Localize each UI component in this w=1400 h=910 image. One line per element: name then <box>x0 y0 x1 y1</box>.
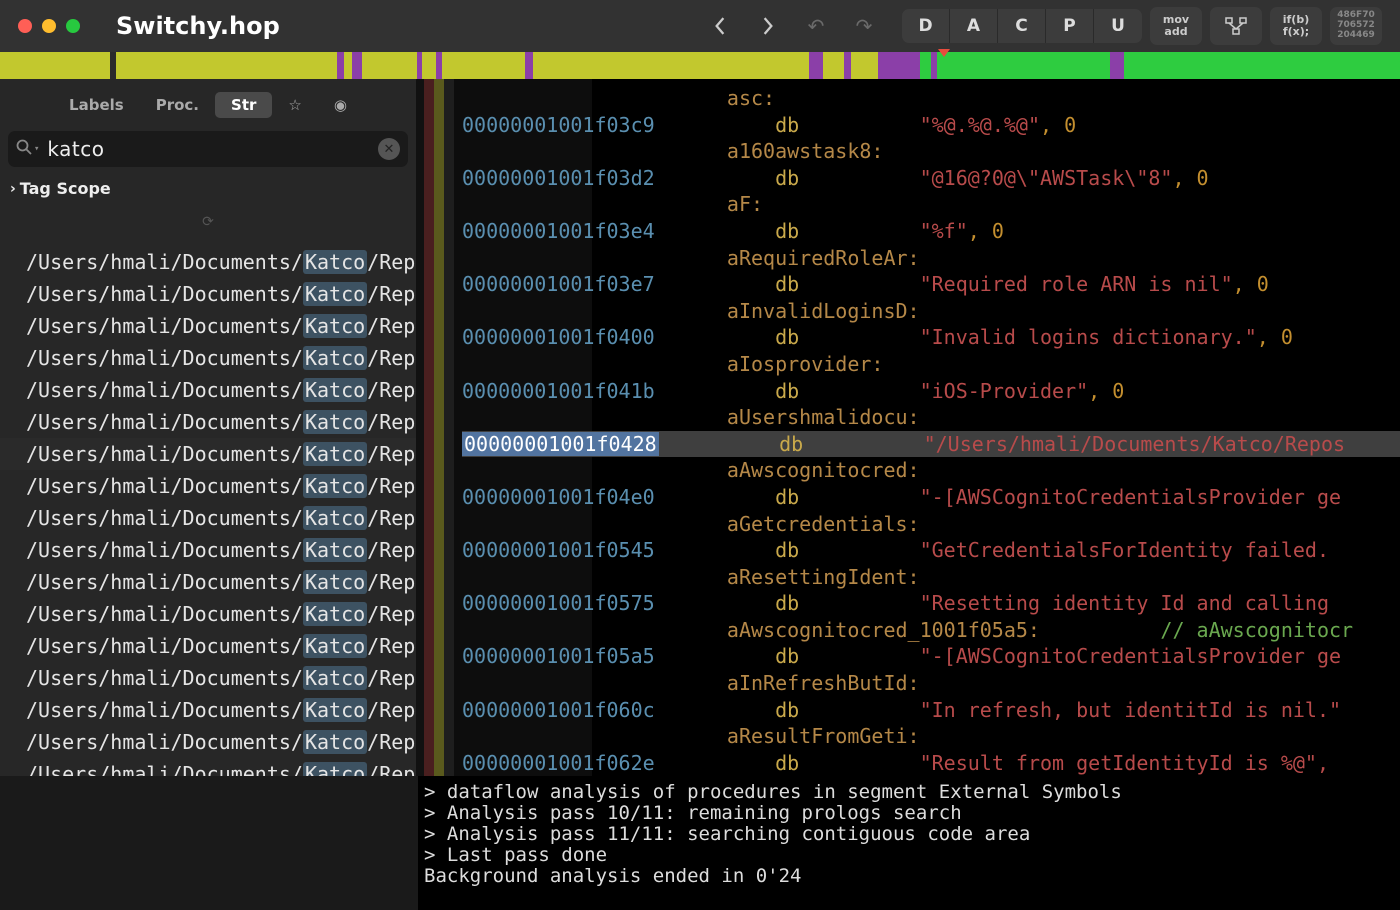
tag-scope-toggle[interactable]: › Tag Scope <box>0 173 416 206</box>
result-line[interactable]: /Users/hmali/Documents/Katco/Repos/ <box>0 342 416 374</box>
search-dropdown-icon[interactable]: ▾ <box>34 144 39 154</box>
result-line[interactable]: /Users/hmali/Documents/Katco/Repos/ <box>0 694 416 726</box>
loading-indicator: ⟳ <box>0 206 416 234</box>
mode-c[interactable]: C <box>998 9 1046 43</box>
window-controls <box>18 19 80 33</box>
forward-button[interactable] <box>748 9 788 43</box>
result-line[interactable]: /Users/hmali/Documents/Katco/Repos/ <box>0 374 416 406</box>
mode-d[interactable]: D <box>902 9 950 43</box>
stats-readout: 486F70706572204469 <box>1330 7 1382 45</box>
result-line[interactable]: /Users/hmali/Documents/Katco/Repos/ <box>0 406 416 438</box>
search-icon <box>16 138 32 160</box>
redo-button[interactable]: ↷ <box>844 9 884 43</box>
sidebar: Labels Proc. Str ☆ ◉ ▾ ✕ › Tag Scope ⟳ /… <box>0 79 416 776</box>
disassembly-view[interactable]: asc:00000001001f03c9 db "%@.%@.%@", 0 a1… <box>424 79 1400 776</box>
search-results: /Users/hmali/Documents/Katco/Repos//User… <box>0 234 416 776</box>
result-line[interactable]: /Users/hmali/Documents/Katco/Repos/ <box>0 630 416 662</box>
close-icon[interactable] <box>18 19 32 33</box>
tab-tag[interactable]: ◉ <box>318 92 363 118</box>
result-line[interactable]: /Users/hmali/Documents/Katco/Repos/ <box>0 438 416 470</box>
zoom-icon[interactable] <box>66 19 80 33</box>
chevron-right-icon: › <box>10 181 16 197</box>
search-row: ▾ ✕ <box>8 131 408 167</box>
window-title: Switchy.hop <box>116 12 280 40</box>
result-line[interactable]: /Users/hmali/Documents/Katco/Repos/ <box>0 566 416 598</box>
minimize-icon[interactable] <box>42 19 56 33</box>
result-line[interactable]: /Users/hmali/Documents/Katco/Repos/ <box>0 278 416 310</box>
mode-u[interactable]: U <box>1094 9 1142 43</box>
movadd-button[interactable]: movadd <box>1150 7 1202 45</box>
result-line[interactable]: /Users/hmali/Documents/Katco/Repos/ <box>0 310 416 342</box>
result-line[interactable]: /Users/hmali/Documents/Katco/Repos/ <box>0 598 416 630</box>
mode-p[interactable]: P <box>1046 9 1094 43</box>
tab-str[interactable]: Str <box>215 92 272 118</box>
console-output: > dataflow analysis of procedures in seg… <box>418 776 1400 910</box>
clear-search-button[interactable]: ✕ <box>378 138 400 160</box>
result-line[interactable]: /Users/hmali/Documents/Katco/Repos/ <box>0 662 416 694</box>
pseudo-button[interactable]: if(b)f(x); <box>1270 7 1322 45</box>
cfg-icon[interactable] <box>1210 7 1262 45</box>
back-button[interactable] <box>700 9 740 43</box>
titlebar: Switchy.hop ↶ ↷ D A C P U movadd if(b <box>0 0 1400 52</box>
result-line[interactable]: /Users/hmali/Documents/Katco/Repos/ <box>0 502 416 534</box>
tab-star[interactable]: ☆ <box>272 92 317 118</box>
mode-a[interactable]: A <box>950 9 998 43</box>
splitter[interactable] <box>416 79 424 776</box>
tab-labels[interactable]: Labels <box>53 92 140 118</box>
undo-button[interactable]: ↶ <box>796 9 836 43</box>
search-input[interactable] <box>47 137 378 161</box>
tab-proc[interactable]: Proc. <box>140 92 215 118</box>
minimap[interactable] <box>0 52 1400 79</box>
result-line[interactable]: /Users/hmali/Documents/Katco/Repos/ <box>0 726 416 758</box>
mode-segments: D A C P U <box>902 9 1142 43</box>
result-line[interactable]: /Users/hmali/Documents/Katco/Repos/ <box>0 470 416 502</box>
result-line[interactable]: /Users/hmali/Documents/Katco/Repos/ <box>0 534 416 566</box>
result-line[interactable]: /Users/hmali/Documents/Katco/Repos/ <box>0 758 416 776</box>
filter-tabs: Labels Proc. Str ☆ ◉ <box>0 85 416 125</box>
result-line[interactable]: /Users/hmali/Documents/Katco/Repos/ <box>0 246 416 278</box>
